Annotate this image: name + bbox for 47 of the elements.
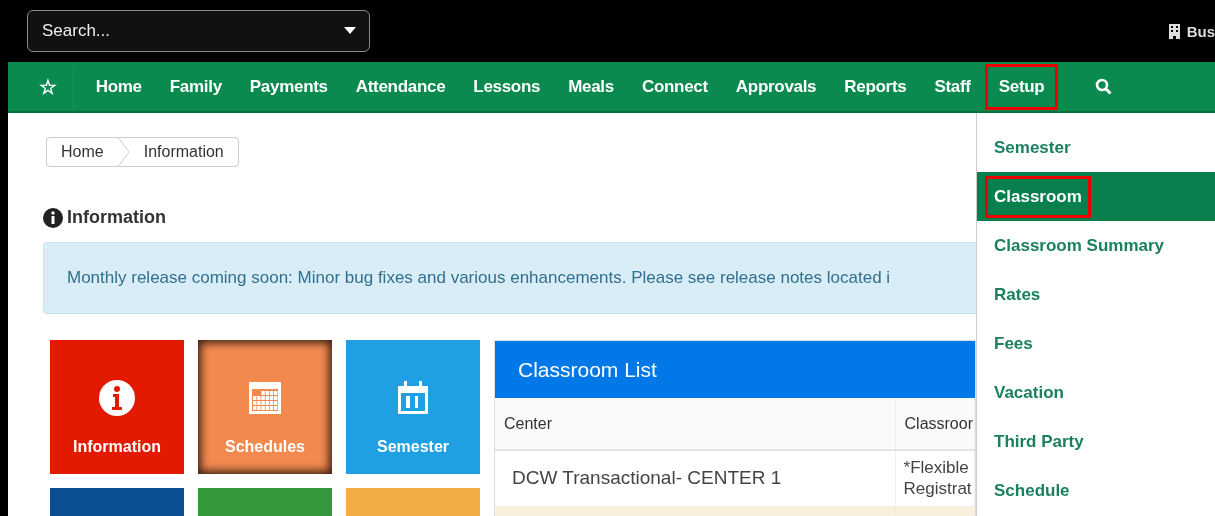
- caret-icon: [344, 27, 356, 35]
- tile-label: Schedules: [225, 438, 305, 456]
- menu-item[interactable]: Vacation: [977, 368, 1215, 417]
- nav-link[interactable]: Lessons: [459, 63, 555, 110]
- highlight-frame: Third Party: [985, 420, 1093, 463]
- column-header[interactable]: Classroor: [895, 398, 975, 450]
- nav-link[interactable]: Attendance: [341, 63, 460, 110]
- highlight-frame: Rates: [985, 273, 1050, 316]
- nav-link[interactable]: Approvals: [721, 63, 831, 110]
- dashboard-tile[interactable]: Semester: [346, 340, 480, 474]
- menu-item[interactable]: Fees: [977, 319, 1215, 368]
- chevron-icon: [117, 137, 130, 167]
- nav-link[interactable]: Reports: [830, 63, 921, 110]
- nav-link[interactable]: Family: [155, 63, 236, 110]
- tile-label: Semester: [376, 438, 449, 456]
- info-alert: Monthly release coming soon: Minor bug fixes and various enhancements. Please see release notes located i: [43, 242, 976, 314]
- menu-item[interactable]: Schedule: [977, 466, 1215, 515]
- nav-link[interactable]: Meals: [554, 63, 628, 110]
- nav-link[interactable]: Connect: [627, 63, 722, 110]
- building-icon: [1167, 23, 1181, 39]
- nav-link[interactable]: Home: [81, 63, 156, 110]
- nav-link[interactable]: Payments: [235, 63, 342, 110]
- highlight-frame: Semester: [985, 126, 1080, 169]
- page-title: Information: [67, 207, 166, 228]
- highlight-frame: Vacation: [985, 371, 1073, 414]
- highlight-frame: Classroom: [985, 175, 1091, 218]
- info-icon: [97, 378, 137, 418]
- search-field[interactable]: Search...: [27, 10, 370, 52]
- highlight-frame: Schedule: [985, 469, 1079, 512]
- highlight-frame: Fees: [985, 322, 1042, 365]
- tile-label: Information: [73, 438, 161, 456]
- favorites-star[interactable]: ☆: [26, 63, 74, 110]
- dashboard-tile[interactable]: Information: [50, 340, 184, 474]
- dashboard-tile[interactable]: Schedules: [198, 340, 332, 474]
- nav-link[interactable]: Setup: [984, 63, 1059, 110]
- highlight-frame: Classroom Summary: [985, 224, 1174, 267]
- panel-title: Classroom List: [495, 341, 975, 398]
- info-icon: [43, 207, 63, 228]
- nav-link[interactable]: Staff: [920, 63, 985, 110]
- menu-item[interactable]: Classroom: [977, 172, 1215, 221]
- column-header[interactable]: Center: [495, 398, 896, 450]
- menu-item[interactable]: Rates: [977, 270, 1215, 319]
- menu-item[interactable]: Classroom Summary: [977, 221, 1215, 270]
- business-label: Bus: [1186, 22, 1215, 40]
- menu-item[interactable]: Semester: [977, 123, 1215, 172]
- menu-item[interactable]: Third Party: [977, 417, 1215, 466]
- breadcrumb: Home Information: [46, 137, 239, 167]
